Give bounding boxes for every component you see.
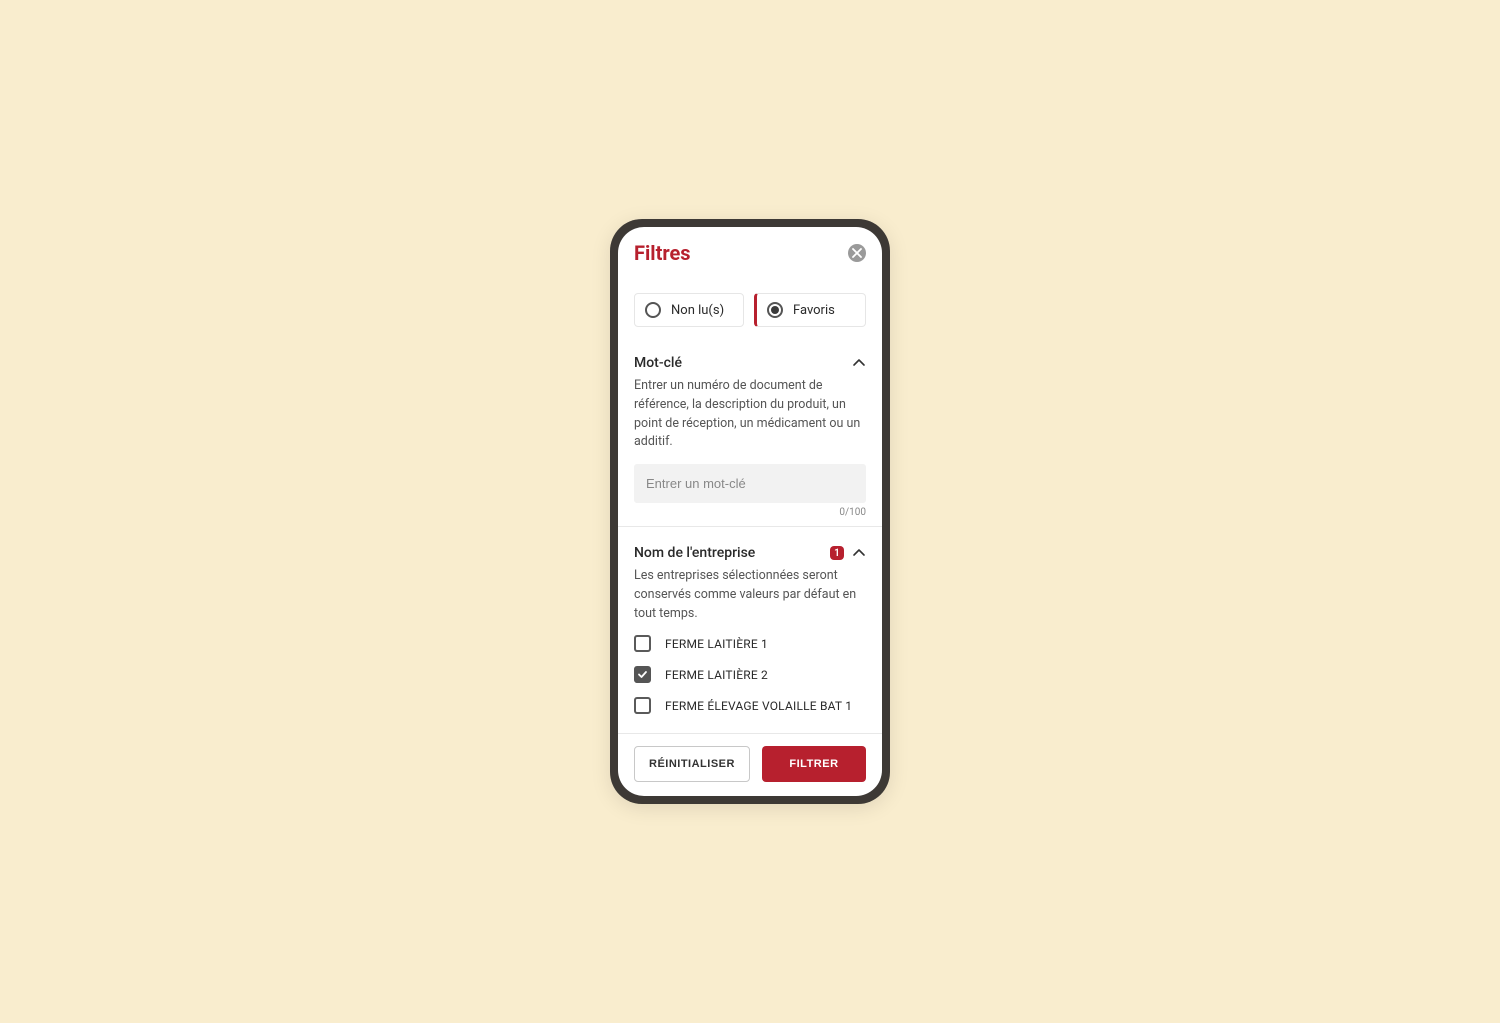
checkbox-unchecked (634, 635, 651, 652)
page-title: Filtres (634, 241, 691, 265)
keyword-description: Entrer un numéro de document de référenc… (634, 377, 866, 452)
company-label: FERME LAITIÈRE 2 (665, 668, 768, 682)
phone-frame: Filtres Non lu(s) Favoris Mot-clé (610, 219, 890, 804)
footer: RÉINITIALISER FILTRER (618, 733, 882, 796)
company-label: FERME LAITIÈRE 1 (665, 637, 768, 651)
keyword-char-count: 0/100 (634, 507, 866, 518)
company-item-0[interactable]: FERME LAITIÈRE 1 (634, 635, 866, 652)
chevron-up-icon (852, 546, 866, 560)
company-list: FERME LAITIÈRE 1 FERME LAITIÈRE 2 FERME … (634, 635, 866, 714)
company-description: Les entreprises sélectionnées seront con… (634, 567, 866, 623)
reset-button[interactable]: RÉINITIALISER (634, 746, 750, 782)
screen-header: Filtres (618, 227, 882, 275)
radio-favorites (767, 302, 783, 318)
keyword-title: Mot-clé (634, 355, 682, 371)
close-icon (852, 248, 862, 258)
toggle-unread-label: Non lu(s) (671, 303, 724, 318)
close-button[interactable] (848, 244, 866, 262)
company-item-2[interactable]: FERME ÉLEVAGE VOLAILLE BAT 1 (634, 697, 866, 714)
keyword-section-header[interactable]: Mot-clé (634, 345, 866, 377)
checkbox-unchecked (634, 697, 651, 714)
filter-button[interactable]: FILTRER (762, 746, 866, 782)
checkbox-checked (634, 666, 651, 683)
divider (618, 526, 882, 527)
chevron-up-icon (852, 356, 866, 370)
toggle-row: Non lu(s) Favoris (634, 293, 866, 327)
screen-body: Non lu(s) Favoris Mot-clé Entrer un numé… (618, 275, 882, 733)
company-title: Nom de l'entreprise (634, 545, 755, 561)
phone-screen: Filtres Non lu(s) Favoris Mot-clé (618, 227, 882, 796)
keyword-input[interactable] (634, 464, 866, 503)
toggle-unread[interactable]: Non lu(s) (634, 293, 744, 327)
toggle-favorites-label: Favoris (793, 303, 835, 318)
company-label: FERME ÉLEVAGE VOLAILLE BAT 1 (665, 699, 852, 713)
company-badge: 1 (830, 546, 844, 560)
radio-unread (645, 302, 661, 318)
company-item-1[interactable]: FERME LAITIÈRE 2 (634, 666, 866, 683)
toggle-favorites[interactable]: Favoris (754, 293, 866, 327)
company-section-header[interactable]: Nom de l'entreprise 1 (634, 535, 866, 567)
check-icon (637, 669, 648, 680)
